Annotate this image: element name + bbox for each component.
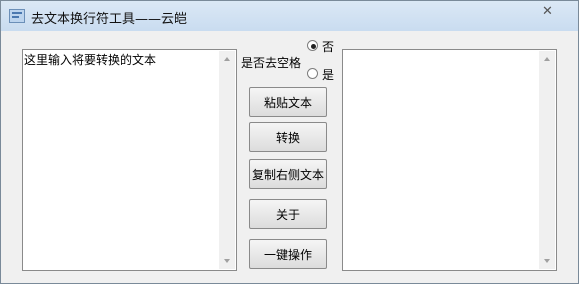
- radio-selected-dot: [311, 44, 316, 49]
- paste-button[interactable]: 粘贴文本: [249, 87, 327, 117]
- one-click-button[interactable]: 一键操作: [249, 239, 327, 269]
- input-text: 这里输入将要转换的文本: [24, 53, 157, 67]
- radio-circle[interactable]: [307, 40, 318, 51]
- window-title: 去文本换行符工具——云皑: [31, 12, 188, 27]
- input-textarea[interactable]: 这里输入将要转换的文本: [22, 49, 237, 271]
- radio-no-label: 否: [322, 40, 335, 54]
- convert-button[interactable]: 转换: [249, 122, 327, 152]
- scroll-up-arrow-icon[interactable]: [539, 51, 555, 67]
- scroll-down-arrow-icon[interactable]: [539, 253, 555, 269]
- title-bar[interactable]: 去文本换行符工具——云皑 ✕: [1, 1, 578, 31]
- copy-right-text-button[interactable]: 复制右侧文本: [249, 159, 327, 189]
- scroll-down-arrow-icon[interactable]: [219, 253, 235, 269]
- app-icon: [9, 9, 25, 23]
- close-icon[interactable]: ✕: [542, 4, 553, 19]
- about-button[interactable]: 关于: [249, 199, 327, 229]
- radio-circle[interactable]: [307, 68, 318, 79]
- remove-space-label: 是否去空格: [241, 56, 302, 70]
- app-window: 去文本换行符工具——云皑 ✕ 这里输入将要转换的文本 是否去空格 否 是 粘贴文…: [0, 0, 579, 284]
- radio-yes-label: 是: [322, 68, 335, 82]
- output-textarea[interactable]: [342, 49, 557, 271]
- output-scrollbar[interactable]: [539, 51, 555, 269]
- scroll-up-arrow-icon[interactable]: [219, 51, 235, 67]
- input-scrollbar[interactable]: [219, 51, 235, 269]
